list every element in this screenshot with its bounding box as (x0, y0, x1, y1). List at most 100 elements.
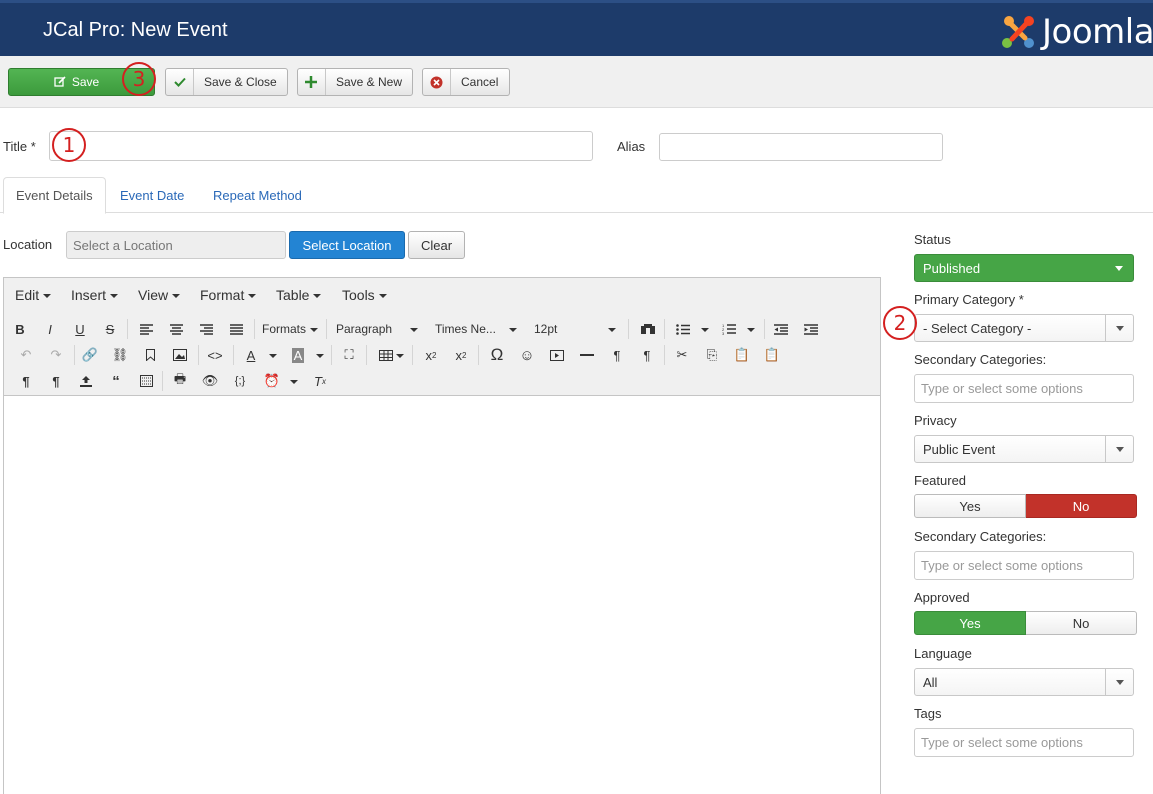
editor-toolbar: Edit Insert View Format Table Tools B I … (4, 278, 880, 396)
align-left-icon[interactable] (134, 318, 158, 340)
featured-yes-option[interactable]: Yes (914, 494, 1026, 518)
chevron-down-icon (1105, 669, 1133, 695)
block-format-dropdown[interactable]: Paragraph (336, 318, 416, 340)
superscript-icon[interactable]: x2 (449, 344, 473, 366)
media-icon[interactable] (545, 344, 569, 366)
tags-input[interactable]: Type or select some options (914, 728, 1134, 757)
privacy-select[interactable]: Public Event (914, 435, 1134, 463)
language-select[interactable]: All (914, 668, 1134, 696)
font-size-dropdown[interactable]: 12pt (534, 318, 604, 340)
indent-icon[interactable] (799, 318, 823, 340)
clear-formatting-icon[interactable]: Tx (308, 370, 332, 392)
secondary-categories-input-2[interactable]: Type or select some options (914, 551, 1134, 580)
rtl-icon[interactable]: ¶ (635, 344, 659, 366)
editor-content-area[interactable] (4, 396, 880, 794)
menu-insert[interactable]: Insert (71, 287, 118, 303)
featured-label: Featured (914, 473, 967, 488)
menu-tools[interactable]: Tools (342, 287, 387, 303)
underline-icon[interactable]: U (68, 318, 92, 340)
select-location-button[interactable]: Select Location (289, 231, 405, 259)
find-replace-icon[interactable] (636, 318, 660, 340)
undo-icon[interactable]: ↶ (14, 344, 38, 366)
paste-text-icon[interactable]: 📋 (760, 344, 784, 366)
location-input[interactable]: Select a Location (66, 231, 286, 259)
clear-location-button[interactable]: Clear (408, 231, 465, 259)
primary-category-select[interactable]: - Select Category - (914, 314, 1134, 342)
redo-icon[interactable]: ↷ (44, 344, 68, 366)
annotation-3: 3 (122, 62, 156, 96)
ltr-icon[interactable]: ¶ (605, 344, 629, 366)
brand-name: Joomla (1042, 12, 1153, 52)
privacy-value: Public Event (923, 441, 996, 457)
svg-text:3: 3 (722, 331, 725, 335)
approved-yes-option[interactable]: Yes (914, 611, 1026, 635)
privacy-label: Privacy (914, 413, 957, 428)
alias-input[interactable] (659, 133, 943, 161)
save-label: Save (71, 75, 100, 89)
tab-bar: Event Details Event Date Repeat Method (0, 177, 1153, 214)
strikethrough-icon[interactable]: S (98, 318, 122, 340)
app-header: JCal Pro: New Event Joomla (0, 0, 1153, 56)
visual-chars-icon[interactable]: ¶ (14, 370, 38, 392)
menu-view[interactable]: View (138, 287, 180, 303)
text-color-icon[interactable]: A (239, 344, 263, 366)
image-icon[interactable] (168, 344, 192, 366)
align-center-icon[interactable] (164, 318, 188, 340)
rich-text-editor: Edit Insert View Format Table Tools B I … (3, 277, 881, 794)
clock-icon[interactable]: ⏰ (260, 370, 284, 392)
paste-icon[interactable]: 📋 (730, 344, 754, 366)
check-icon (166, 69, 194, 95)
outdent-icon[interactable] (769, 318, 793, 340)
featured-no-option[interactable]: No (1026, 494, 1137, 518)
preview-icon[interactable]: 👁 (198, 370, 222, 392)
visual-blocks-icon[interactable]: ¶ (44, 370, 68, 392)
menu-format[interactable]: Format (200, 287, 256, 303)
status-select[interactable]: Published (914, 254, 1134, 282)
title-label: Title * (3, 139, 36, 154)
approved-no-option[interactable]: No (1026, 611, 1137, 635)
numbered-list-icon[interactable]: 123 (717, 318, 741, 340)
bullet-list-icon[interactable] (671, 318, 695, 340)
formats-dropdown[interactable]: Formats (262, 318, 306, 340)
tab-event-details[interactable]: Event Details (3, 177, 106, 214)
plus-icon (298, 69, 326, 95)
blockquote-icon[interactable]: “ (104, 370, 128, 392)
status-value: Published (923, 260, 981, 276)
save-close-button[interactable]: Save & Close (165, 68, 288, 96)
secondary-categories-input[interactable]: Type or select some options (914, 374, 1134, 403)
save-new-button[interactable]: Save & New (297, 68, 413, 96)
align-right-icon[interactable] (194, 318, 218, 340)
title-input[interactable] (49, 131, 593, 161)
upload-icon[interactable] (74, 370, 98, 392)
unlink-icon[interactable]: ⛓ (108, 344, 132, 366)
template-icon[interactable] (134, 370, 158, 392)
horizontal-line-icon[interactable] (575, 344, 599, 366)
print-icon[interactable]: 🖶 (168, 370, 192, 392)
font-family-dropdown[interactable]: Times Ne... (435, 318, 505, 340)
menu-edit[interactable]: Edit (15, 287, 51, 303)
link-icon[interactable]: 🔗 (78, 344, 102, 366)
save-close-label: Save & Close (204, 75, 277, 89)
action-toolbar: Save Save & Close Save & New Cancel 3 (0, 56, 1153, 108)
bold-icon[interactable]: B (8, 318, 32, 340)
align-justify-icon[interactable] (224, 318, 248, 340)
joomla-logo[interactable]: Joomla (998, 11, 1153, 53)
chevron-down-icon (1105, 255, 1133, 281)
code-sample-icon[interactable]: {;} (228, 370, 252, 392)
table-icon[interactable] (374, 344, 398, 366)
tab-repeat-method[interactable]: Repeat Method (201, 177, 314, 213)
cancel-button[interactable]: Cancel (422, 68, 510, 96)
primary-category-value: - Select Category - (923, 320, 1032, 336)
menu-table[interactable]: Table (276, 287, 321, 303)
bookmark-icon[interactable] (138, 344, 162, 366)
special-character-icon[interactable]: Ω (485, 344, 509, 366)
subscript-icon[interactable]: x2 (419, 344, 443, 366)
tab-event-date[interactable]: Event Date (108, 177, 196, 213)
italic-icon[interactable]: I (38, 318, 62, 340)
cut-icon[interactable]: ✂ (670, 344, 694, 366)
code-icon[interactable]: <> (203, 344, 227, 366)
background-color-icon[interactable]: A (286, 344, 310, 366)
fullscreen-icon[interactable]: ⛶ (337, 344, 361, 366)
emoticons-icon[interactable]: ☺ (515, 344, 539, 366)
copy-icon[interactable]: ⎘ (700, 344, 724, 366)
